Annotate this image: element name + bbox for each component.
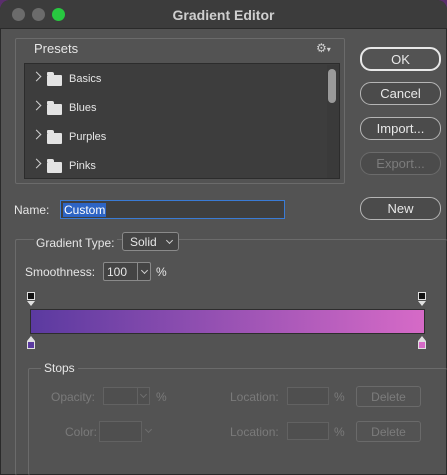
stops-label: Stops xyxy=(41,361,78,375)
presets-scrollbar-thumb[interactable] xyxy=(328,69,336,103)
preset-folder-label: Blues xyxy=(69,102,97,114)
smoothness-label: Smoothness: xyxy=(25,265,96,279)
gradient-preview-bar[interactable] xyxy=(30,309,425,334)
preset-folder-pinks[interactable]: Pinks xyxy=(25,152,325,181)
chevron-right-icon[interactable] xyxy=(31,71,42,82)
opacity-location-label: Location: xyxy=(230,390,279,404)
folder-icon xyxy=(47,159,62,173)
delete-color-stop-button[interactable]: Delete xyxy=(356,421,421,442)
name-label: Name: xyxy=(14,203,50,217)
chevron-down-icon[interactable] xyxy=(140,266,149,275)
name-field[interactable]: Custom xyxy=(60,200,285,219)
opacity-stop-right[interactable] xyxy=(418,292,426,300)
opacity-stop-left[interactable] xyxy=(27,292,35,300)
smoothness-field[interactable]: 100 xyxy=(103,262,151,281)
opacity-label: Opacity: xyxy=(51,390,96,404)
chevron-down-icon xyxy=(165,236,174,245)
color-label: Color: xyxy=(65,425,98,439)
preset-folder-label: Basics xyxy=(69,73,102,85)
opacity-stop-pointer xyxy=(418,301,426,306)
name-value: Custom xyxy=(63,203,107,217)
color-swatch[interactable] xyxy=(99,421,142,442)
chevron-right-icon[interactable] xyxy=(31,129,42,140)
preset-folder-label: Purples xyxy=(69,131,107,143)
gear-icon[interactable]: ⚙▾ xyxy=(316,41,336,55)
opacity-field[interactable] xyxy=(103,387,150,405)
color-location-unit: % xyxy=(334,425,345,439)
opacity-stop-pointer xyxy=(27,301,35,306)
window-title: Gradient Editor xyxy=(172,7,275,23)
title-bar: Gradient Editor xyxy=(0,0,447,29)
opacity-divider xyxy=(137,388,138,404)
gradient-type-select[interactable]: Solid xyxy=(122,232,179,251)
ok-button[interactable]: OK xyxy=(360,47,441,71)
chevron-right-icon[interactable] xyxy=(31,158,42,169)
cancel-button[interactable]: Cancel xyxy=(360,82,441,105)
chevron-down-icon[interactable] xyxy=(139,390,148,399)
new-button[interactable]: New xyxy=(360,197,441,220)
presets-label: Presets xyxy=(34,41,79,56)
color-stop-left[interactable] xyxy=(27,341,35,349)
preset-folder-label: Pinks xyxy=(69,160,96,172)
opacity-location-field[interactable] xyxy=(287,387,329,405)
smoothness-divider xyxy=(137,263,138,280)
gradient-editor-window: Gradient Editor Presets ⚙▾ Basics Blues … xyxy=(0,0,447,475)
chevron-right-icon[interactable] xyxy=(31,100,42,111)
color-location-label: Location: xyxy=(230,425,279,439)
preset-folder-purples[interactable]: Purples xyxy=(25,123,325,152)
color-location-field[interactable] xyxy=(287,422,329,440)
folder-icon xyxy=(47,101,62,115)
presets-group: Presets ⚙▾ Basics Blues Purples Pinks xyxy=(15,38,345,184)
folder-icon xyxy=(47,72,62,86)
opacity-unit: % xyxy=(156,390,167,404)
export-button[interactable]: Export... xyxy=(360,152,441,175)
preset-folder-blues[interactable]: Blues xyxy=(25,94,325,123)
gradient-type-label: Gradient Type: xyxy=(34,236,117,250)
smoothness-unit: % xyxy=(156,265,167,279)
delete-opacity-stop-button[interactable]: Delete xyxy=(356,386,421,407)
color-stop-right[interactable] xyxy=(418,341,426,349)
preset-folder-basics[interactable]: Basics xyxy=(25,65,325,94)
presets-list[interactable]: Basics Blues Purples Pinks xyxy=(24,63,340,179)
smoothness-value: 100 xyxy=(107,265,128,279)
opacity-location-unit: % xyxy=(334,390,345,404)
folder-icon xyxy=(47,130,62,144)
import-button[interactable]: Import... xyxy=(360,117,441,140)
gradient-type-value: Solid xyxy=(130,235,157,249)
